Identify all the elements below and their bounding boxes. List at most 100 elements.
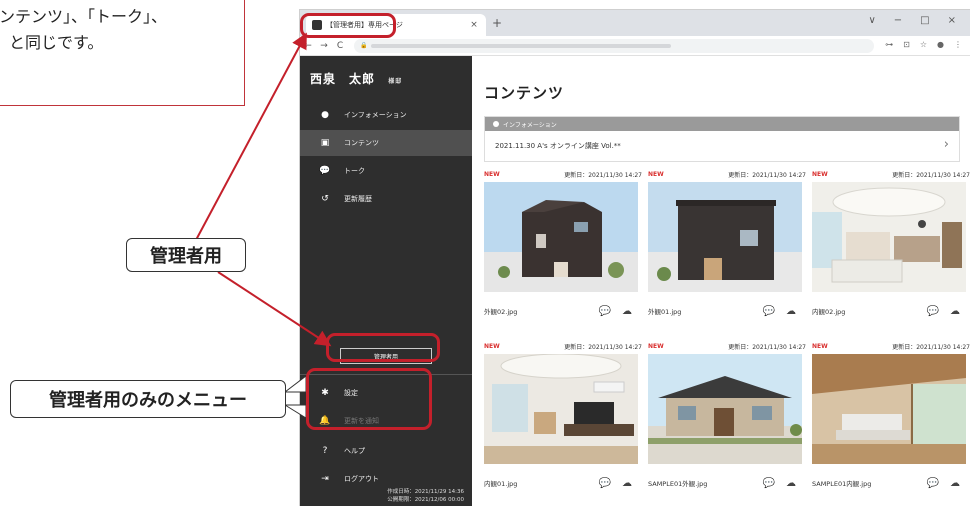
download-cloud-icon[interactable]: ☁ [620,478,634,489]
sidebar-item-label: ヘルプ [344,447,365,455]
card-thumbnail[interactable] [648,354,802,464]
blurred-url [371,43,672,48]
card-updated: 更新日：2021/11/30 14:27 [564,343,642,351]
new-badge: NEW [812,342,828,350]
tab-close-icon[interactable]: × [468,20,480,30]
install-icon[interactable]: ⊡ [903,40,910,49]
url-input[interactable]: 🔒 [354,38,874,53]
browser-window: 【管理者用】専用ページ × + ∨ − □ × ← → C 🔒 ⊶ ⊡ ☆ ● … [300,10,970,506]
highlight-admin-menu [306,368,432,430]
card-footer: 外観01.jpg 💬 ☁ [648,302,806,320]
content-card[interactable]: NEW 更新日：2021/11/30 14:27 外観02.jpg 💬 ☁ [484,168,642,320]
info-icon: ● [321,110,329,120]
maximize-icon[interactable]: □ [920,15,929,26]
sidebar-item-history[interactable]: ↺ 更新履歴 [300,186,472,212]
information-item[interactable]: 2021.11.30 A's オンライン講座 Vol.** › [485,131,959,161]
card-thumbnail[interactable] [648,182,802,292]
information-header-label: インフォメーション [503,121,557,129]
chat-icon: 💬 [319,166,331,176]
tab-search-icon[interactable]: ∨ [868,15,875,26]
card-thumbnail[interactable] [812,182,966,292]
profile-icon[interactable]: ● [937,40,944,49]
sidebar-item-label: インフォメーション [344,111,407,119]
image-icon: ▣ [320,138,330,148]
card-footer: 内観02.jpg 💬 ☁ [812,302,970,320]
new-badge: NEW [484,170,500,178]
back-icon[interactable]: ← [300,41,316,51]
download-cloud-icon[interactable]: ☁ [784,478,798,489]
new-badge: NEW [648,342,664,350]
user-name-text: 西泉 太郎 [310,72,376,86]
comment-icon[interactable]: 💬 [926,478,940,489]
card-thumbnail[interactable] [812,354,966,464]
new-badge: NEW [648,170,664,178]
comment-icon[interactable]: 💬 [926,306,940,317]
comment-icon[interactable]: 💬 [598,478,612,489]
forward-icon[interactable]: → [316,41,332,51]
card-meta: NEW 更新日：2021/11/30 14:27 [484,168,642,180]
callout-box: ンテンツ」、「トーク」、 と同じです。 [0,0,245,106]
new-badge: NEW [484,342,500,350]
main-content: コンテンツ インフォメーション 2021.11.30 A's オンライン講座 V… [472,56,970,506]
kebab-menu-icon[interactable]: ⋮ [954,40,962,49]
card-meta: NEW 更新日：2021/11/30 14:27 [812,168,970,180]
bookmark-star-icon[interactable]: ☆ [920,40,927,49]
tab-bar: 【管理者用】専用ページ × + ∨ − □ × [300,10,970,36]
lock-icon: 🔒 [360,42,368,49]
download-cloud-icon[interactable]: ☁ [948,478,962,489]
download-cloud-icon[interactable]: ☁ [620,306,634,317]
created-at: 作成日時：2021/11/29 14:36 [387,489,464,495]
card-updated: 更新日：2021/11/30 14:27 [728,343,806,351]
key-icon[interactable]: ⊶ [885,40,893,49]
information-panel: インフォメーション 2021.11.30 A's オンライン講座 Vol.** … [484,116,960,162]
new-tab-button[interactable]: + [492,16,502,30]
close-window-icon[interactable]: × [948,15,956,26]
card-thumbnail[interactable] [484,182,638,292]
content-card[interactable]: NEW 更新日：2021/11/30 14:27 内観02.jpg 💬 ☁ [812,168,970,320]
card-filename: 外観01.jpg [648,308,682,316]
comment-icon[interactable]: 💬 [762,478,776,489]
sidebar-dates: 作成日時：2021/11/29 14:36 公開期限：2021/12/06 00… [387,488,464,504]
card-footer: 外観02.jpg 💬 ☁ [484,302,642,320]
comment-icon[interactable]: 💬 [598,306,612,317]
card-thumbnail[interactable] [484,354,638,464]
sidebar-item-label: コンテンツ [344,139,379,147]
callout-text-line1: ンテンツ」、「トーク」、 [0,7,168,26]
sidebar-item-information[interactable]: ● インフォメーション [300,102,472,128]
card-footer: SAMPLE01外観.jpg 💬 ☁ [648,474,806,492]
sidebar-item-label: 更新履歴 [344,195,372,203]
page-title: コンテンツ [484,84,565,102]
sidebar-item-label: ログアウト [344,475,379,483]
callout-text-line2: と同じです。 [9,33,104,52]
comment-icon[interactable]: 💬 [762,306,776,317]
sidebar-item-talk[interactable]: 💬 トーク [300,158,472,184]
card-meta: NEW 更新日：2021/11/30 14:27 [484,340,642,352]
info-dot-icon [493,121,499,127]
history-icon: ↺ [321,194,329,204]
sidebar: 西泉 太郎 様邸 ● インフォメーション ▣ コンテンツ 💬 トーク ↺ 更新履… [300,56,472,506]
content-card[interactable]: NEW 更新日：2021/11/30 14:27 SAMPLE01内観.jpg … [812,340,970,492]
highlight-tab [300,13,396,38]
card-filename: SAMPLE01内観.jpg [812,480,872,488]
card-filename: 内観02.jpg [812,308,846,316]
download-cloud-icon[interactable]: ☁ [948,306,962,317]
sidebar-item-help[interactable]: ? ヘルプ [300,438,472,464]
card-filename: SAMPLE01外観.jpg [648,480,708,488]
card-meta: NEW 更新日：2021/11/30 14:27 [648,340,806,352]
content-card[interactable]: NEW 更新日：2021/11/30 14:27 SAMPLE01外観.jpg … [648,340,806,492]
information-header: インフォメーション [485,117,959,131]
window-controls: ∨ − □ × [868,15,956,26]
minimize-icon[interactable]: − [894,15,902,26]
highlight-admin-button [326,333,440,362]
user-name: 西泉 太郎 様邸 [310,70,402,87]
card-filename: 外観02.jpg [484,308,518,316]
sidebar-item-contents[interactable]: ▣ コンテンツ [300,130,472,156]
card-meta: NEW 更新日：2021/11/30 14:27 [812,340,970,352]
content-card[interactable]: NEW 更新日：2021/11/30 14:27 外観01.jpg 💬 ☁ [648,168,806,320]
content-card[interactable]: NEW 更新日：2021/11/30 14:27 内観01.jpg 💬 ☁ [484,340,642,492]
reload-icon[interactable]: C [332,41,348,51]
card-filename: 内観01.jpg [484,480,518,488]
published-until: 公開期限：2021/12/06 00:00 [387,497,464,503]
download-cloud-icon[interactable]: ☁ [784,306,798,317]
card-meta: NEW 更新日：2021/11/30 14:27 [648,168,806,180]
